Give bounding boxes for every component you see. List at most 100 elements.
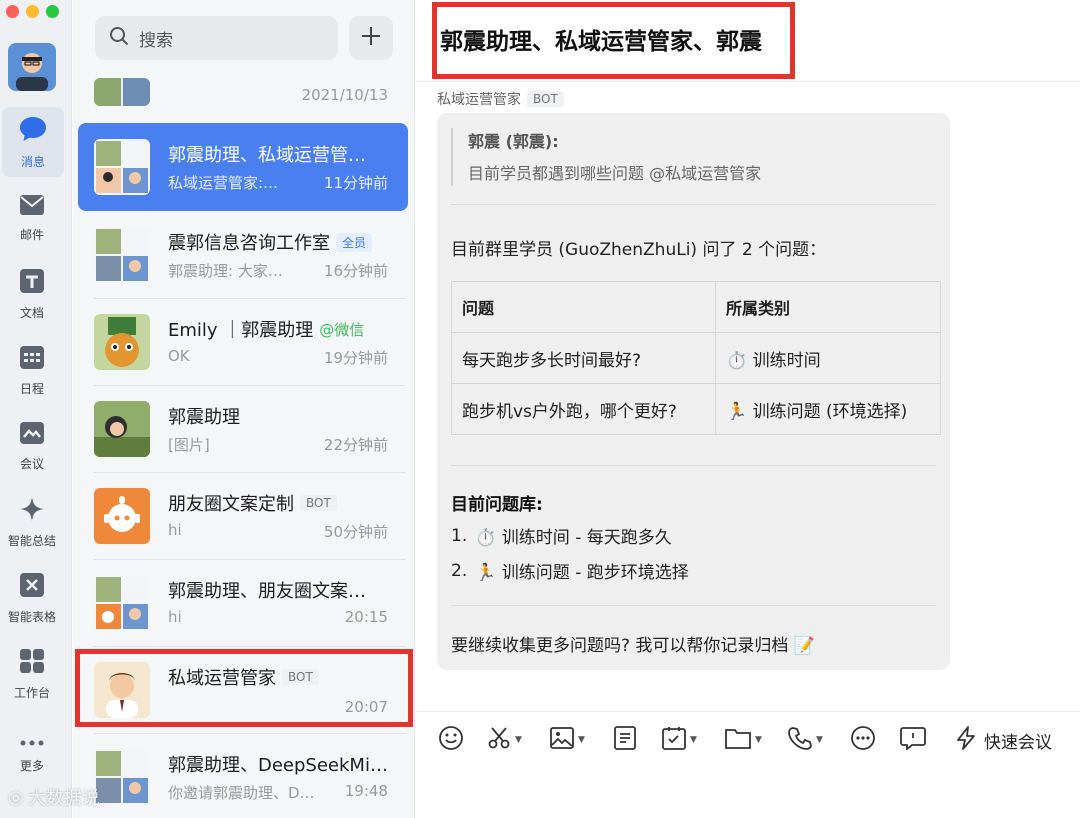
conversation-item[interactable]: 郭震助理 [图片] 22分钟前 [78, 385, 408, 473]
group-avatar [94, 227, 150, 283]
contact-avatar [94, 401, 150, 457]
table-cell: 每天跑步多长时间最好? [451, 332, 716, 384]
conversation-item-selected[interactable]: 郭震助理、私域运营管… 私域运营管家:… 11分钟前 [78, 123, 408, 211]
window-minimize-button[interactable] [26, 5, 39, 18]
nav-docs[interactable]: 文档 [0, 259, 64, 329]
nav-more[interactable]: 更多 [0, 718, 64, 788]
all-members-tag: 全员 [336, 232, 373, 252]
document-icon [19, 268, 45, 298]
user-avatar[interactable] [8, 43, 56, 91]
conversation-time: 19:48 [344, 782, 388, 800]
meeting-icon [19, 421, 45, 449]
image-button[interactable]: ▼ [550, 726, 585, 754]
conversation-preview: hi [168, 608, 182, 626]
nav-label: 会议 [19, 456, 44, 471]
nav-messages[interactable]: 消息 [2, 107, 64, 177]
quoted-message[interactable]: 郭震 (郭震): 目前学员都遇到哪些问题 @私域运营管家 [451, 128, 761, 186]
more-button[interactable] [850, 726, 876, 754]
nav-workbench[interactable]: 工作台 [0, 639, 64, 709]
lightning-icon [956, 725, 976, 755]
list-number: 2. [451, 560, 468, 581]
schedule-button[interactable]: ▼ [662, 726, 697, 754]
divider [416, 711, 1080, 712]
call-button[interactable]: ▼ [788, 726, 823, 754]
conversation-preview: OK [168, 347, 190, 365]
nav-label: 智能总结 [7, 533, 56, 548]
group-avatar [94, 575, 150, 631]
calendar-icon [19, 344, 45, 374]
conversation-time: 22分钟前 [323, 436, 388, 454]
bot-avatar [94, 488, 150, 544]
list-text: 🏃 训练问题 - 跑步环境选择 [475, 563, 689, 583]
note-button[interactable] [614, 726, 636, 754]
conversation-name: 郭震助理、朋友圈文案… [168, 581, 366, 602]
table-row: 每天跑步多长时间最好? ⏱️ 训练时间 [451, 332, 941, 384]
table-header: 问题 [451, 281, 716, 333]
conversation-item[interactable]: 郭震助理、朋友圈文案… hi 20:15 [78, 559, 408, 647]
quick-meeting-button[interactable]: 快速会议 [956, 725, 1052, 755]
conversation-item[interactable]: 郭震助理、DeepSeekMi… 你邀请郭震助理、D… 19:48 [78, 733, 408, 818]
contact-avatar [94, 314, 150, 370]
chat-bubble-icon [18, 115, 48, 147]
nav-rail: 消息 邮件 文档 日程 会议 智能总结 智能表格 工作台 更多 [0, 0, 72, 818]
nav-meeting[interactable]: 会议 [0, 411, 64, 481]
conversation-time: 16分钟前 [323, 262, 388, 280]
divider [451, 605, 936, 606]
conversation-preview: 私域运营管家:… [168, 174, 279, 192]
grid-icon [19, 648, 45, 678]
bubble-icon [900, 726, 926, 754]
caret-down-icon: ▼ [816, 735, 823, 745]
watermark: ◎ 大数据说 [8, 784, 100, 810]
watermark-logo-icon: ◎ [8, 786, 24, 808]
nav-label: 邮件 [19, 227, 44, 242]
nav-label: 日程 [19, 381, 44, 396]
conversation-preview: hi [168, 521, 182, 539]
phone-icon [788, 726, 812, 754]
wechat-tag: @微信 [319, 320, 365, 339]
nav-calendar[interactable]: 日程 [0, 335, 64, 405]
divider [416, 81, 1080, 82]
conversation-item[interactable]: 2021/10/13 [78, 36, 408, 124]
more-icon [850, 725, 876, 755]
follow-up-text: 要继续收集更多问题吗? 我可以帮你记录归档 📝 [451, 636, 815, 656]
conversation-name: Emily ｜郭震助理 @微信 [168, 320, 365, 341]
emoji-button[interactable] [438, 726, 464, 754]
divider [451, 204, 936, 205]
chat-pane: 郭震助理、私域运营管家、郭震 私域运营管家 BOT 郭震 (郭震): 目前学员都… [416, 0, 1080, 818]
nav-smart-sheet[interactable]: 智能表格 [0, 563, 64, 633]
chat-title: 郭震助理、私域运营管家、郭震 [440, 29, 762, 55]
table-cell: ⏱️ 训练时间 [715, 332, 941, 384]
nav-label: 更多 [19, 759, 44, 773]
conversation-time: 20:15 [344, 608, 388, 626]
file-button[interactable]: ▼ [725, 726, 762, 754]
list-item: 1. ⏱️ 训练时间 - 每天跑多久 [451, 523, 672, 549]
conversation-item[interactable]: 震郭信息咨询工作室 全员 郭震助理: 大家… 16分钟前 [78, 211, 408, 299]
mail-icon [19, 194, 45, 220]
window-close-button[interactable] [6, 5, 19, 18]
bot-tag: BOT [527, 91, 564, 107]
nav-label: 智能表格 [7, 609, 56, 624]
list-item: 2. 🏃 训练问题 - 跑步环境选择 [451, 558, 689, 584]
conversation-list: 搜索 2021/10/13 郭震助理、私域运营管… 私域运营管家:… 11分钟前… [73, 0, 415, 818]
note-icon [614, 726, 636, 754]
table-row: 跑步机vs户外跑，哪个更好? 🏃 训练问题 (环境选择) [451, 383, 941, 435]
message-bubble: 郭震 (郭震): 目前学员都遇到哪些问题 @私域运营管家 目前群里学员 (Guo… [437, 113, 950, 670]
conversation-time: 50分钟前 [323, 523, 388, 541]
caret-down-icon: ▼ [755, 735, 762, 745]
nav-mail[interactable]: 邮件 [0, 183, 64, 253]
conversation-preview: 郭震助理: 大家… [168, 262, 283, 280]
screenshot-button[interactable]: ▼ [487, 726, 522, 754]
conversation-item[interactable]: 朋友圈文案定制 BOT hi 50分钟前 [78, 472, 408, 560]
message-sender: 私域运营管家 BOT [437, 89, 564, 109]
message-intro: 目前群里学员 (GuoZhenZhuLi) 问了 2 个问题： [451, 240, 827, 260]
sparkle-icon [19, 496, 45, 526]
group-avatar [94, 78, 150, 106]
nav-smart-summary[interactable]: 智能总结 [0, 487, 64, 557]
message-box-button[interactable] [900, 726, 926, 754]
nav-label: 文档 [19, 305, 44, 320]
window-zoom-button[interactable] [46, 5, 59, 18]
conversation-name: 震郭信息咨询工作室 全员 [168, 229, 393, 255]
conversation-item[interactable]: Emily ｜郭震助理 @微信 OK 19分钟前 [78, 298, 408, 386]
questions-table: 问题 所属类别 每天跑步多长时间最好? ⏱️ 训练时间 跑步机vs户外跑，哪个更… [451, 281, 941, 435]
group-avatar [94, 139, 150, 195]
